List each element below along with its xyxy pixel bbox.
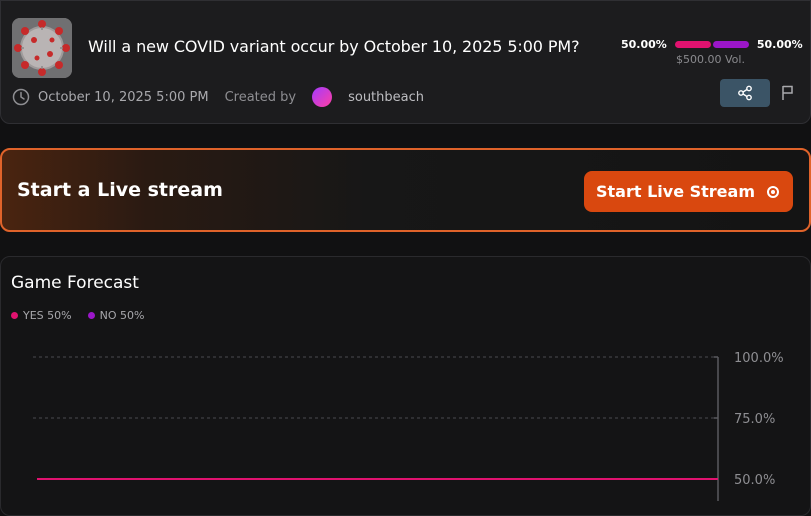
yes-percentage: 50.00%: [621, 38, 667, 51]
record-icon: [767, 186, 779, 198]
legend-yes: YES 50%: [11, 309, 72, 322]
end-date: October 10, 2025 5:00 PM: [38, 89, 209, 105]
game-forecast-card: Game Forecast YES 50% NO 50% 100.0% 75.0%…: [0, 256, 811, 516]
clock-icon: [12, 88, 30, 106]
live-stream-card: Start a Live stream Start Live Stream: [0, 148, 811, 232]
live-stream-title: Start a Live stream: [17, 179, 223, 201]
market-header: Will a new COVID variant occur by Octobe…: [0, 0, 811, 124]
odds-bar: [674, 41, 749, 48]
start-live-stream-button[interactable]: Start Live Stream: [584, 171, 793, 212]
legend-no-dot: [87, 312, 95, 319]
no-bar: [712, 41, 749, 48]
share-button[interactable]: [720, 79, 770, 107]
no-percentage: 50.00%: [756, 38, 803, 51]
legend-yes-dot: [11, 312, 18, 319]
share-icon: [738, 85, 752, 101]
market-thumbnail[interactable]: [12, 18, 72, 78]
y-tick-label-50: 50.0%: [734, 473, 775, 488]
creator-avatar[interactable]: [312, 87, 333, 107]
legend-no: NO 50%: [87, 309, 145, 322]
yes-bar: [674, 41, 711, 48]
y-tick-label-100: 100.0%: [734, 351, 784, 366]
forecast-title: Game Forecast: [11, 273, 139, 293]
forecast-chart: 100.0% 75.0% 50.0%: [33, 351, 784, 501]
creator-name[interactable]: southbeach: [348, 90, 424, 105]
legend-no-label: NO 50%: [99, 309, 145, 322]
forecast-legend: YES 50% NO 50%: [11, 309, 160, 322]
legend-yes-label: YES 50%: [23, 309, 72, 322]
flag-icon[interactable]: [780, 84, 796, 102]
created-by-label: Created by: [224, 89, 297, 105]
market-title: Will a new COVID variant occur by Octobe…: [88, 37, 580, 56]
market-meta: October 10, 2025 5:00 PM Created by sout…: [12, 87, 424, 107]
volume-label: $500.00 Vol.: [676, 53, 745, 66]
start-live-stream-label: Start Live Stream: [596, 182, 755, 201]
virus-image: [12, 18, 72, 78]
odds-summary: 50.00% 50.00%: [621, 38, 803, 51]
y-tick-label-75: 75.0%: [734, 412, 775, 427]
